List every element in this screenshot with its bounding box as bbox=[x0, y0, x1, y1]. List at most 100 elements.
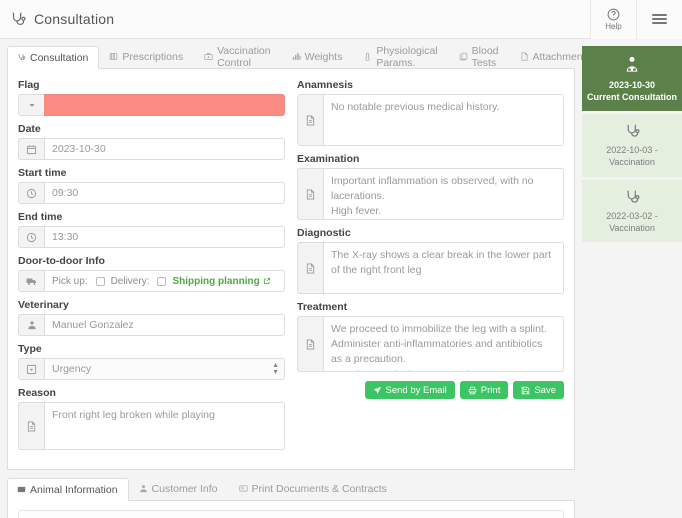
external-link-icon bbox=[263, 277, 271, 285]
pickup-checkbox[interactable] bbox=[95, 276, 105, 286]
tab-label: Customer Info bbox=[151, 482, 218, 495]
clock-icon bbox=[18, 182, 44, 204]
form-actions: Send by Email Print Save bbox=[297, 381, 564, 399]
help-button[interactable]: Help bbox=[590, 0, 636, 39]
user-icon bbox=[18, 314, 44, 336]
field-anamnesis: Anamnesis No notable previous medical hi… bbox=[297, 79, 564, 146]
sidebar-history-label: 2022-10-03 - Vaccination bbox=[606, 145, 658, 168]
sidebar-history-item-1[interactable]: 2022-10-03 - Vaccination bbox=[582, 114, 682, 177]
field-start-time: Start time bbox=[18, 167, 285, 204]
send-by-email-button[interactable]: Send by Email bbox=[364, 381, 455, 399]
delivery-checkbox[interactable] bbox=[157, 276, 167, 286]
treatment-textarea[interactable]: We proceed to immobilize the leg with a … bbox=[323, 316, 564, 372]
sidebar-history-label: 2022-03-02 - Vaccination bbox=[606, 210, 658, 233]
medkit-icon bbox=[204, 52, 213, 61]
caret-down-icon[interactable] bbox=[18, 94, 44, 116]
tab-label: Print Documents & Contracts bbox=[251, 482, 387, 495]
tab-label: Animal Information bbox=[30, 483, 118, 496]
consultation-tabs: Consultation Prescriptions Vaccination C… bbox=[7, 44, 591, 69]
diagnostic-textarea[interactable]: The X-ray shows a clear break in the low… bbox=[323, 242, 564, 294]
save-button[interactable]: Save bbox=[513, 381, 564, 399]
copy-icon bbox=[459, 52, 468, 61]
file-text-icon bbox=[297, 94, 323, 146]
tab-print-documents-contracts[interactable]: Print Documents & Contracts bbox=[229, 477, 398, 500]
examination-textarea[interactable]: Important inflammation is observed, with… bbox=[323, 168, 564, 220]
tab-customer-info[interactable]: Customer Info bbox=[129, 477, 229, 500]
tab-animal-information[interactable]: Animal Information bbox=[7, 478, 129, 501]
prescription-icon bbox=[109, 52, 118, 61]
veterinary-label: Veterinary bbox=[18, 299, 69, 311]
app-header: Consultation Help bbox=[0, 0, 682, 39]
start-time-input[interactable] bbox=[44, 182, 285, 204]
print-button[interactable]: Print bbox=[459, 381, 509, 399]
file-icon bbox=[520, 52, 529, 61]
file-text-icon bbox=[297, 168, 323, 220]
tab-label: Vaccination Control bbox=[217, 44, 271, 69]
page-title: Consultation bbox=[10, 11, 114, 28]
tab-physiological-params[interactable]: Physiological Params. bbox=[353, 44, 448, 69]
truck-icon bbox=[18, 270, 44, 292]
door-to-door-controls: Pick up: Delivery: Shipping planning bbox=[44, 270, 285, 292]
field-date: Date bbox=[18, 123, 285, 160]
animal-info-inner: Glamour Caniche(Canine) Female bbox=[18, 510, 564, 518]
diagnostic-label: Diagnostic bbox=[297, 227, 351, 239]
form-left-column: Flag Date 2023-10-30 Start time 09:30 En… bbox=[18, 79, 285, 457]
pickup-label: Pick up: bbox=[52, 275, 88, 287]
tab-label: Prescriptions bbox=[122, 50, 184, 63]
field-door-to-door: Door-to-door Info Pick up: Delivery: Shi… bbox=[18, 255, 285, 292]
tab-weights[interactable]: Weights bbox=[282, 45, 354, 68]
flag-color-bar[interactable] bbox=[44, 94, 285, 116]
bar-chart-icon bbox=[292, 52, 301, 61]
send-by-email-label: Send by Email bbox=[385, 384, 447, 396]
help-label: Help bbox=[605, 21, 622, 31]
help-icon bbox=[607, 8, 620, 21]
tab-label: Physiological Params. bbox=[376, 44, 438, 69]
end-time-label: End time bbox=[18, 211, 63, 223]
tab-blood-tests[interactable]: Blood Tests bbox=[449, 45, 510, 69]
hamburger-menu-icon[interactable] bbox=[636, 0, 682, 39]
animal-panel: Animal Information Customer Info Print D… bbox=[7, 478, 575, 518]
user-icon bbox=[139, 484, 148, 493]
reason-textarea[interactable]: Front right leg broken while playing bbox=[44, 402, 285, 450]
anamnesis-textarea[interactable]: No notable previous medical history. bbox=[323, 94, 564, 146]
tab-label: Weights bbox=[304, 50, 343, 63]
tab-prescriptions[interactable]: Prescriptions bbox=[99, 45, 194, 68]
start-time-label: Start time bbox=[18, 167, 67, 179]
door-to-door-label: Door-to-door Info bbox=[18, 255, 105, 267]
stethoscope-icon bbox=[10, 11, 27, 28]
page-body: Consultation Prescriptions Vaccination C… bbox=[0, 39, 682, 518]
anamnesis-label: Anamnesis bbox=[297, 79, 354, 91]
tab-label: Consultation bbox=[30, 51, 89, 64]
clock-icon bbox=[18, 226, 44, 248]
select-arrows-icon: ▲ ▼ bbox=[272, 362, 279, 376]
date-input[interactable] bbox=[44, 138, 285, 160]
file-text-icon bbox=[18, 402, 44, 450]
printer-icon bbox=[468, 386, 477, 395]
tab-vaccination-control[interactable]: Vaccination Control bbox=[194, 44, 282, 69]
header-actions: Help bbox=[590, 0, 682, 39]
sidebar-history-item-2[interactable]: 2022-03-02 - Vaccination bbox=[582, 179, 682, 242]
tab-consultation[interactable]: Consultation bbox=[7, 46, 100, 69]
veterinary-input[interactable] bbox=[44, 314, 285, 336]
field-diagnostic: Diagnostic The X-ray shows a clear break… bbox=[297, 227, 564, 294]
field-end-time: End time bbox=[18, 211, 285, 248]
sidebar-current-date: 2023-10-30 bbox=[608, 80, 656, 90]
stethoscope-icon bbox=[586, 123, 678, 140]
page-title-text: Consultation bbox=[34, 11, 115, 27]
form-right-column: Anamnesis No notable previous medical hi… bbox=[297, 79, 564, 457]
sidebar-current-consultation[interactable]: 2023-10-30 Current Consultation bbox=[582, 46, 682, 112]
field-examination: Examination Important inflammation is ob… bbox=[297, 153, 564, 220]
id-card-icon bbox=[17, 485, 26, 494]
shipping-planning-link[interactable]: Shipping planning bbox=[172, 276, 270, 287]
end-time-input[interactable] bbox=[44, 226, 285, 248]
field-treatment: Treatment We proceed to immobilize the l… bbox=[297, 301, 564, 372]
shipping-planning-label: Shipping planning bbox=[172, 275, 260, 287]
field-type: Type ▲▼ bbox=[18, 343, 285, 380]
animal-info-card: Glamour Caniche(Canine) Female bbox=[7, 501, 575, 518]
type-select[interactable] bbox=[44, 358, 285, 380]
sidebar-current-label: Current Consultation bbox=[587, 92, 677, 103]
consultation-form-card: Flag Date 2023-10-30 Start time 09:30 En… bbox=[7, 69, 575, 470]
tag-icon bbox=[18, 358, 44, 380]
stethoscope-icon bbox=[586, 189, 678, 206]
main-column: Consultation Prescriptions Vaccination C… bbox=[7, 44, 591, 518]
